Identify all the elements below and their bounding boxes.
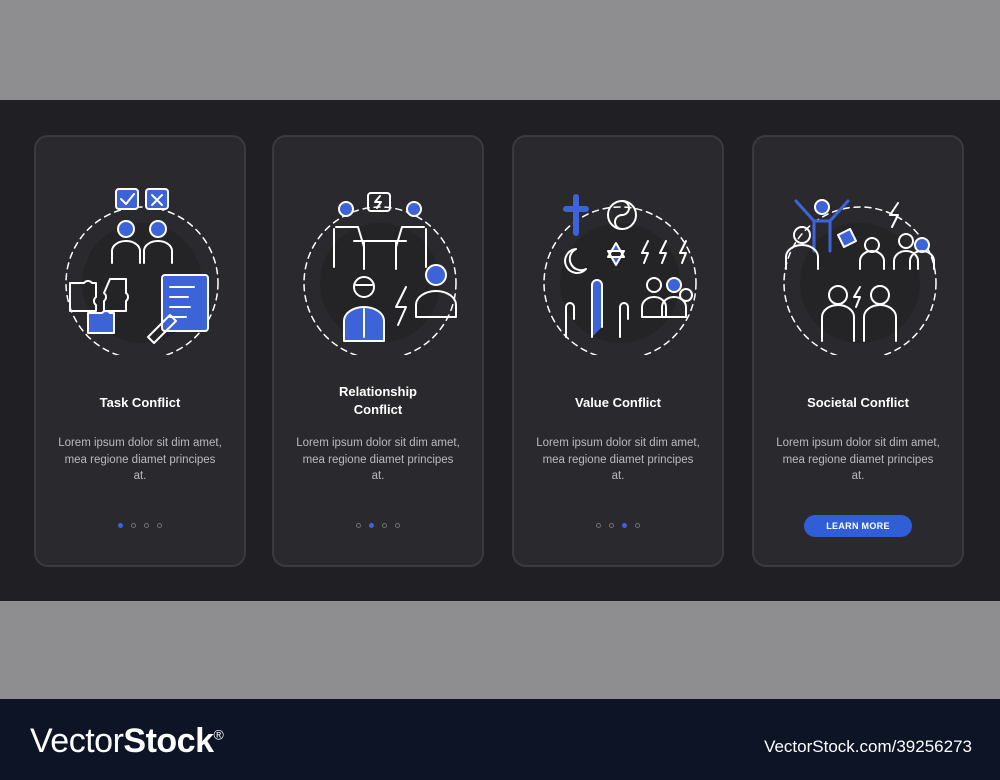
value-conflict-illustration-icon: [543, 194, 697, 355]
pagination-dots: [36, 523, 244, 528]
bottom-band: [0, 601, 1000, 699]
brand-name: VectorStock: [30, 722, 214, 760]
pagination-dot[interactable]: [131, 523, 136, 528]
onboarding-card-relationship: Relationship Conflict Lorem ipsum dolor s…: [272, 135, 484, 567]
top-band: [0, 0, 1000, 100]
pagination-dot[interactable]: [382, 523, 387, 528]
pagination-dot[interactable]: [144, 523, 149, 528]
card-description: Lorem ipsum dolor sit dim amet, mea regi…: [776, 437, 940, 482]
pagination-dot[interactable]: [157, 523, 162, 528]
pagination-dots: [274, 523, 482, 528]
card-description: Lorem ipsum dolor sit dim amet, mea regi…: [296, 437, 460, 482]
onboarding-card-value: Value Conflict Lorem ipsum dolor sit dim…: [512, 135, 724, 567]
pagination-dot[interactable]: [609, 523, 614, 528]
societal-conflict-illustration-icon: [783, 199, 937, 355]
pagination-dot[interactable]: [596, 523, 601, 528]
vectorstock-logo: VectorStock®: [30, 722, 224, 761]
pagination-dot[interactable]: [635, 523, 640, 528]
card-title: Task Conflict: [99, 395, 181, 410]
pagination-dot[interactable]: [622, 523, 627, 528]
task-conflict-illustration-icon: [65, 188, 219, 355]
learn-more-button[interactable]: LEARN MORE: [804, 515, 912, 537]
onboarding-card-societal: Societal Conflict Lorem ipsum dolor sit …: [752, 135, 964, 567]
image-id-text: VectorStock.com/39256273: [764, 737, 972, 756]
card-title: Relationship Conflict: [338, 384, 417, 417]
brand-mark: ®: [213, 726, 224, 743]
pagination-dot[interactable]: [369, 523, 374, 528]
card-title: Value Conflict: [575, 395, 661, 410]
pagination-dot[interactable]: [118, 523, 123, 528]
pagination-dots: [514, 523, 722, 528]
relationship-conflict-illustration-icon: [303, 192, 457, 355]
pagination-dot[interactable]: [356, 523, 361, 528]
card-title: Societal Conflict: [807, 395, 909, 410]
card-description: Lorem ipsum dolor sit dim amet, mea regi…: [536, 437, 700, 482]
card-description: Lorem ipsum dolor sit dim amet, mea regi…: [58, 437, 222, 482]
onboarding-card-task: Task Conflict Lorem ipsum dolor sit dim …: [34, 135, 246, 567]
pagination-dot[interactable]: [395, 523, 400, 528]
